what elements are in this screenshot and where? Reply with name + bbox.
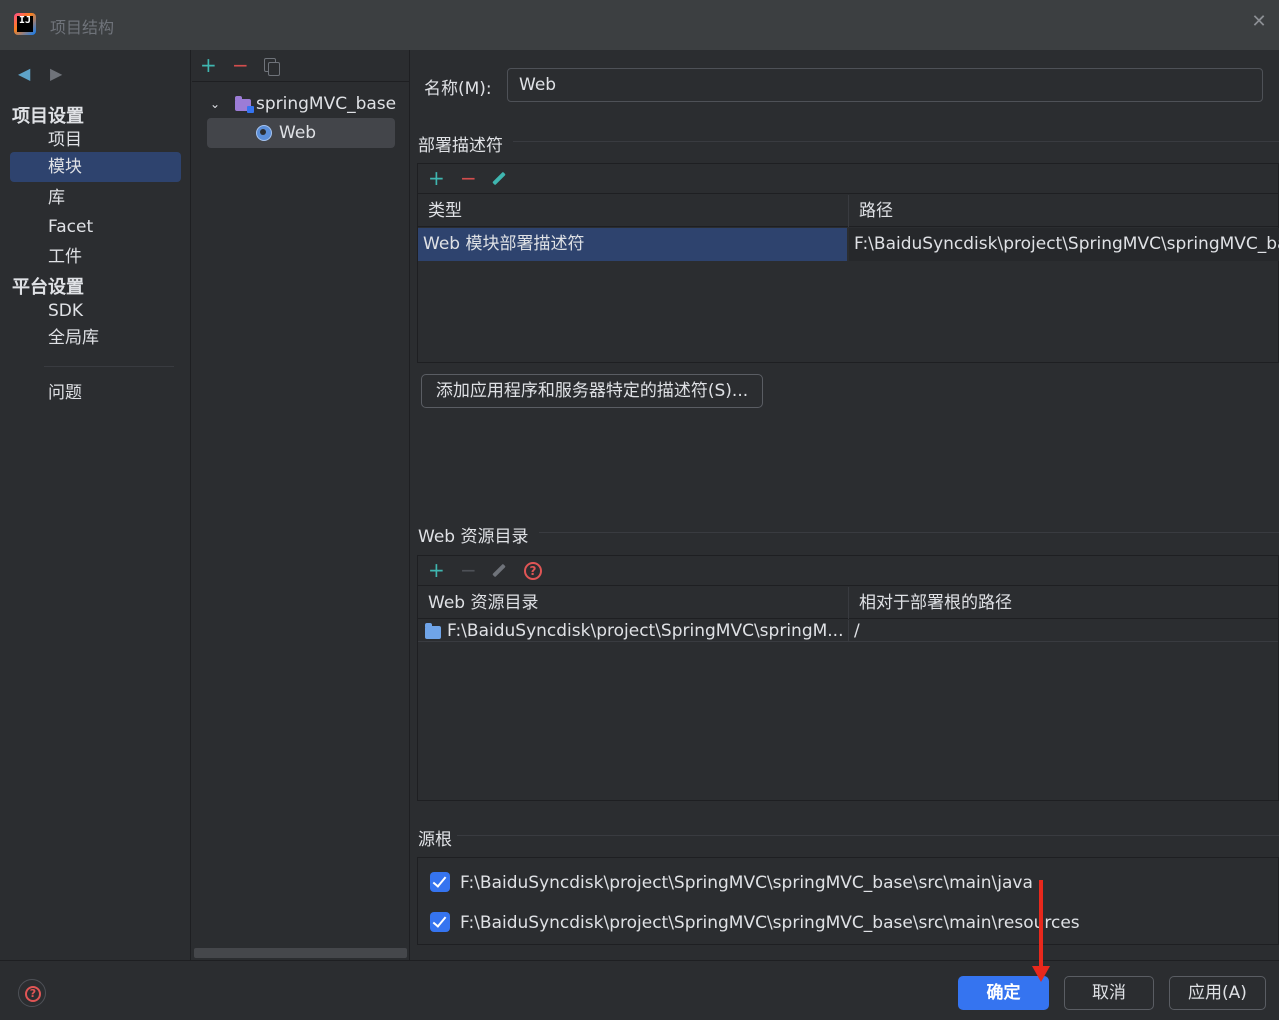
tree-item-label: springMVC_base — [256, 94, 397, 114]
horizontal-scrollbar[interactable] — [194, 948, 407, 958]
module-folder-icon — [235, 96, 254, 113]
module-tree-pane: + − ⌄ springMVC_base Web — [192, 50, 410, 960]
source-root-checkbox-java[interactable] — [430, 872, 450, 892]
section-divider — [539, 532, 1279, 533]
nav-item-problems[interactable]: 问题 — [10, 378, 181, 408]
column-divider[interactable] — [848, 587, 849, 619]
edit-pencil-icon[interactable] — [492, 172, 506, 186]
intellij-logo-icon: IJ — [14, 13, 36, 35]
cancel-button[interactable]: 取消 — [1064, 976, 1154, 1010]
nav-item-modules[interactable]: 模块 — [10, 152, 181, 182]
add-server-descriptor-button[interactable]: 添加应用程序和服务器特定的描述符(S)... — [421, 374, 763, 408]
copy-icon[interactable] — [264, 58, 280, 76]
source-roots-panel: F:\BaiduSyncdisk\project\SpringMVC\sprin… — [417, 857, 1279, 945]
table-row[interactable]: Web 模块部署描述符 F:\BaiduSyncdisk\project\Spr… — [418, 228, 1279, 261]
apply-button[interactable]: 应用(A) — [1169, 976, 1266, 1010]
source-root-label-resources: F:\BaiduSyncdisk\project\SpringMVC\sprin… — [460, 913, 1080, 933]
web-globe-icon — [256, 125, 272, 141]
close-icon[interactable]: ✕ — [1251, 13, 1267, 31]
nav-item-facets[interactable]: Facet — [10, 212, 181, 242]
add-icon[interactable]: + — [428, 168, 445, 188]
settings-nav: ◀ ▶ 项目设置 项目 模块 库 Facet 工件 平台设置 SDK 全局库 问… — [0, 50, 191, 960]
descriptor-toolbar: + − — [418, 164, 1278, 194]
column-header-type[interactable]: 类型 — [418, 195, 848, 227]
remove-icon[interactable]: − — [460, 168, 477, 188]
back-arrow-icon[interactable]: ◀ — [18, 64, 30, 83]
section-divider — [457, 835, 1279, 836]
remove-icon: − — [460, 558, 477, 582]
nav-item-project[interactable]: 项目 — [10, 125, 181, 155]
web-resources-table-header: Web 资源目录 相对于部署根的路径 — [418, 587, 1278, 619]
relative-path-cell[interactable]: / — [849, 620, 1269, 642]
descriptor-table-header: 类型 路径 — [418, 195, 1278, 227]
nav-item-libraries[interactable]: 库 — [10, 183, 181, 213]
column-divider[interactable] — [848, 195, 849, 227]
source-root-label-java: F:\BaiduSyncdisk\project\SpringMVC\sprin… — [460, 873, 1033, 893]
nav-item-artifacts[interactable]: 工件 — [10, 242, 181, 272]
table-row[interactable]: F:\BaiduSyncdisk\project\SpringMVC\sprin… — [418, 620, 1278, 642]
dialog-footer: ? 确定 取消 应用(A) — [0, 960, 1279, 1020]
nav-item-sdk[interactable]: SDK — [10, 296, 181, 326]
help-icon: ? — [25, 986, 41, 1002]
forward-arrow-icon[interactable]: ▶ — [50, 64, 62, 83]
chevron-down-icon[interactable]: ⌄ — [210, 90, 220, 118]
window-title: 项目结构 — [50, 18, 115, 37]
web-resources-toolbar: + − ? — [418, 556, 1278, 586]
source-root-checkbox-resources[interactable] — [430, 912, 450, 932]
column-header-path[interactable]: 路径 — [849, 195, 1279, 227]
web-resources-panel: + − ? Web 资源目录 相对于部署根的路径 F:\BaiduSyncdis… — [417, 555, 1279, 801]
help-button[interactable]: ? — [18, 979, 46, 1007]
nav-item-global-libraries[interactable]: 全局库 — [10, 323, 181, 353]
facet-editor: 名称(M): Web 部署描述符 + − 类型 路径 Web 模块部署描述符 F… — [411, 50, 1279, 960]
column-header-web-dir[interactable]: Web 资源目录 — [418, 587, 848, 619]
web-dir-cell[interactable]: F:\BaiduSyncdisk\project\SpringMVC\sprin… — [442, 620, 847, 642]
help-icon[interactable]: ? — [524, 562, 542, 580]
annotation-arrow-icon — [1032, 880, 1050, 982]
tree-item-module[interactable]: ⌄ springMVC_base — [206, 90, 406, 118]
tree-item-label: Web — [279, 123, 317, 143]
descriptor-type-cell[interactable]: Web 模块部署描述符 — [418, 228, 847, 261]
section-divider — [513, 141, 1279, 142]
deployment-descriptors-title: 部署描述符 — [418, 136, 503, 156]
edit-pencil-icon — [492, 564, 506, 578]
deployment-descriptors-panel: + − 类型 路径 Web 模块部署描述符 F:\BaiduSyncdisk\p… — [417, 163, 1279, 363]
title-bar: IJ 项目结构 ✕ — [0, 0, 1279, 50]
tree-item-web[interactable]: Web — [207, 118, 395, 148]
web-folder-icon — [425, 623, 441, 639]
nav-divider — [44, 366, 174, 367]
remove-icon[interactable]: − — [232, 55, 249, 75]
name-input[interactable]: Web — [507, 68, 1263, 102]
name-label: 名称(M): — [424, 79, 492, 99]
descriptor-path-cell[interactable]: F:\BaiduSyncdisk\project\SpringMVC\sprin… — [849, 228, 1279, 261]
source-roots-title: 源根 — [418, 830, 452, 850]
add-icon[interactable]: + — [200, 55, 217, 75]
tree-toolbar: + − — [192, 50, 410, 82]
add-icon[interactable]: + — [428, 560, 445, 580]
web-resources-title: Web 资源目录 — [418, 527, 529, 547]
column-header-relative-path[interactable]: 相对于部署根的路径 — [849, 587, 1279, 619]
